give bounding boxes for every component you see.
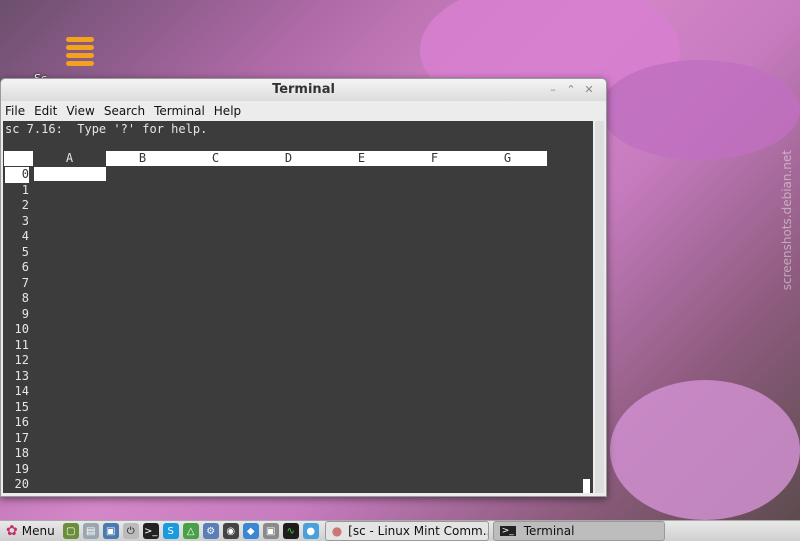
close-icon[interactable]: ✕ xyxy=(582,83,596,96)
system-monitor-icon[interactable]: ∿ xyxy=(282,523,299,539)
row-number: 3 xyxy=(21,213,29,228)
column-header-c: C xyxy=(211,151,220,165)
app-desktop-icon[interactable] xyxy=(60,34,100,70)
menu-search[interactable]: Search xyxy=(104,104,145,118)
network-icon[interactable]: △ xyxy=(182,523,199,539)
maximize-icon[interactable]: ⌃ xyxy=(564,83,578,96)
menu-view[interactable]: View xyxy=(66,104,94,118)
menubar: File Edit View Search Terminal Help xyxy=(1,101,606,121)
row-number: 7 xyxy=(21,275,29,290)
column-header-g: G xyxy=(503,151,512,165)
row-number: 0 xyxy=(5,167,29,183)
menu-help[interactable]: Help xyxy=(214,104,241,118)
dropbox-icon[interactable]: ◆ xyxy=(242,523,259,539)
terminal-cursor xyxy=(583,479,590,493)
minimize-icon[interactable]: – xyxy=(546,83,560,96)
row-number: 2 xyxy=(21,198,29,212)
sc-help-line: sc 7.16: Type '?' for help. xyxy=(5,122,208,136)
row-number: 10 xyxy=(14,322,29,336)
terminal-window: Terminal – ⌃ ✕ File Edit View Search Ter… xyxy=(0,78,607,497)
task-label: [sc - Linux Mint Comm... xyxy=(348,524,489,538)
file-manager-icon[interactable]: ▤ xyxy=(82,523,99,539)
row-number: 12 xyxy=(14,353,29,367)
taskbar: ✿ Menu ▢ ▤ ▣ ⏻ >_ S △ ⚙ ◉ ◆ ▣ ∿ ● ● [sc … xyxy=(0,520,800,541)
row-number: 15 xyxy=(14,399,29,414)
media-icon[interactable]: ▣ xyxy=(262,523,279,539)
row-number: 1 xyxy=(21,182,29,197)
settings-icon[interactable]: ⚙ xyxy=(202,523,219,539)
watermark: screenshots.debian.net xyxy=(780,150,794,291)
window-titlebar[interactable]: Terminal – ⌃ ✕ xyxy=(1,79,606,101)
show-desktop-icon[interactable]: ▢ xyxy=(62,523,79,539)
row-number: 11 xyxy=(14,337,29,352)
row-number: 4 xyxy=(21,229,29,243)
terminal-launcher-icon[interactable]: >_ xyxy=(142,523,159,539)
blossom-decoration xyxy=(600,60,800,160)
menu-edit[interactable]: Edit xyxy=(34,104,57,118)
row-number: 14 xyxy=(14,384,29,398)
menu-button-label: Menu xyxy=(21,524,55,538)
row-number: 17 xyxy=(14,430,29,445)
row-number: 9 xyxy=(21,306,29,321)
blossom-decoration xyxy=(610,380,800,520)
task-label: Terminal xyxy=(523,524,575,538)
column-header-f: F xyxy=(430,151,439,165)
terminal-scrollbar[interactable] xyxy=(595,121,604,493)
terminal-area[interactable]: sc 7.16: Type '?' for help. A B C D E F … xyxy=(3,121,593,493)
window-title: Terminal xyxy=(272,82,335,97)
browser-icon[interactable]: ◉ xyxy=(222,523,239,539)
row-number: 13 xyxy=(14,368,29,383)
column-header-e: E xyxy=(357,151,366,165)
header-corner xyxy=(4,151,33,166)
column-header: A B C D E F G xyxy=(4,151,547,166)
browser-task-icon: ● xyxy=(331,524,343,538)
power-icon[interactable]: ⏻ xyxy=(122,523,139,539)
menu-button[interactable]: ✿ Menu xyxy=(0,521,61,541)
mint-menu-icon: ✿ xyxy=(6,523,18,539)
terminal-task-icon: >_ xyxy=(499,526,516,536)
row-number: 16 xyxy=(14,415,29,429)
row-number: 18 xyxy=(14,446,29,460)
taskbar-task-terminal[interactable]: >_ Terminal xyxy=(492,521,665,541)
row-number: 19 xyxy=(14,461,29,476)
menu-file[interactable]: File xyxy=(5,104,25,118)
chat-icon[interactable]: ● xyxy=(302,523,319,539)
menu-terminal[interactable]: Terminal xyxy=(154,104,205,118)
row-number: 20 xyxy=(14,477,29,491)
column-header-b: B xyxy=(138,151,147,165)
skype-icon[interactable]: S xyxy=(162,523,179,539)
taskbar-task-browser[interactable]: ● [sc - Linux Mint Comm... xyxy=(324,521,489,541)
column-header-a: A xyxy=(33,151,106,166)
row-number: 6 xyxy=(21,260,29,274)
selected-cell-a0[interactable] xyxy=(34,167,106,181)
package-manager-icon[interactable]: ▣ xyxy=(102,523,119,539)
row-number: 5 xyxy=(21,244,29,259)
row-number: 8 xyxy=(21,291,29,305)
column-header-d: D xyxy=(284,151,293,165)
